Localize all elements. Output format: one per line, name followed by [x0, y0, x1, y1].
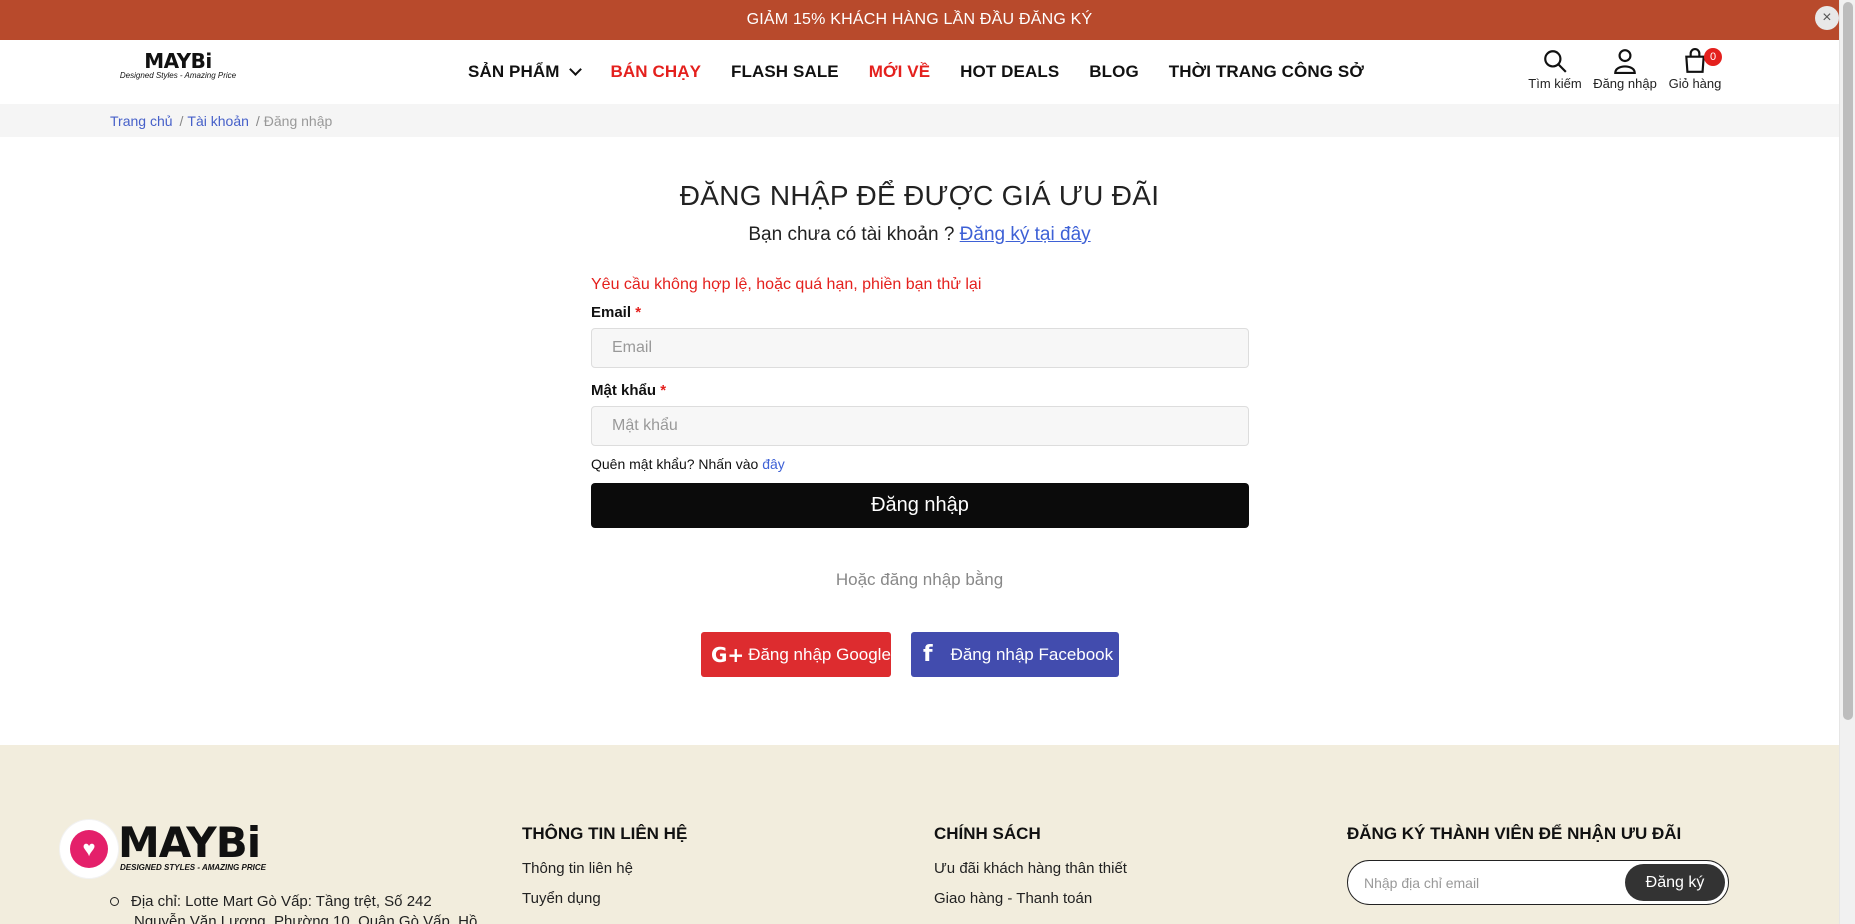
- search-icon: [1544, 50, 1567, 73]
- page-scrollbar[interactable]: [1839, 0, 1855, 924]
- footer-newsletter-title: ĐĂNG KÝ THÀNH VIÊN ĐỂ NHẬN ƯU ĐÃI: [1347, 824, 1682, 843]
- nav-item-thoi-trang-cong-so[interactable]: THỜI TRANG CÔNG SỞ: [1169, 62, 1364, 82]
- register-link[interactable]: Đăng ký tại đây: [960, 224, 1091, 245]
- search-button[interactable]: Tìm kiếm: [1520, 48, 1590, 91]
- footer-link[interactable]: Tuyển dụng: [522, 890, 687, 907]
- email-field[interactable]: Email: [591, 328, 1249, 368]
- breadcrumb: Trang chủ / Tài khoản / Đăng nhập: [0, 104, 1839, 137]
- header-actions: Tìm kiếm Đăng nhập Giỏ hàng 0: [1520, 48, 1730, 91]
- heart-icon: ♥: [70, 830, 108, 868]
- user-icon: [1614, 49, 1636, 74]
- footer-address: Địa chỉ: Lotte Mart Gò Vấp: Tầng trệt, S…: [110, 892, 490, 924]
- footer-link[interactable]: Thông tin liên hệ: [522, 860, 687, 877]
- nav-item-flash-sale[interactable]: FLASH SALE: [731, 62, 839, 82]
- login-button[interactable]: Đăng nhập: [591, 483, 1249, 528]
- password-placeholder: Mật khẩu: [612, 417, 678, 434]
- required-mark: *: [635, 304, 642, 321]
- google-login-label: Đăng nhập Google: [748, 644, 891, 664]
- page-title: ĐĂNG NHẬP ĐỂ ĐƯỢC GIÁ ƯU ĐÃI: [679, 180, 1160, 211]
- footer-logo-badge: ♥: [60, 820, 118, 878]
- site-footer: ♥ MAYBi DESIGNED STYLES - AMAZING PRICE …: [0, 745, 1839, 924]
- footer-policy-title: CHÍNH SÁCH: [934, 824, 1041, 843]
- bullet-icon: [110, 897, 119, 906]
- logo-wordmark: MAYBi: [144, 49, 212, 73]
- promo-bar: GIẢM 15% KHÁCH HÀNG LẦN ĐẦU ĐĂNG KÝ ×: [0, 0, 1839, 40]
- breadcrumb-account[interactable]: Tài khoản: [187, 113, 248, 129]
- nav-item-ban-chay[interactable]: BÁN CHẠY: [610, 62, 701, 82]
- email-label-text: Email: [591, 304, 632, 321]
- email-placeholder: Email: [612, 339, 653, 356]
- site-header: MAYBi Designed Styles - Amazing Price SẢ…: [0, 40, 1839, 104]
- breadcrumb-home[interactable]: Trang chủ: [110, 113, 173, 129]
- login-label: Đăng nhập: [1593, 76, 1657, 91]
- search-label: Tìm kiếm: [1528, 76, 1582, 91]
- logo-tagline: Designed Styles - Amazing Price: [119, 71, 237, 80]
- error-message: Yêu cầu không hợp lệ, hoặc quá hạn, phiề…: [591, 276, 982, 293]
- facebook-login-button[interactable]: f Đăng nhập Facebook: [911, 632, 1119, 677]
- breadcrumb-separator: /: [179, 112, 184, 129]
- login-form: Yêu cầu không hợp lệ, hoặc quá hạn, phiề…: [591, 276, 1249, 528]
- main-nav: SẢN PHẨM BÁN CHẠY FLASH SALE MỚI VỀ HOT …: [468, 40, 1394, 104]
- footer-link[interactable]: Giao hàng - Thanh toán: [934, 890, 1127, 907]
- facebook-login-label: Đăng nhập Facebook: [950, 644, 1114, 664]
- required-mark: *: [660, 382, 667, 399]
- register-prompt: Bạn chưa có tài khoản ? Đăng ký tại đây: [0, 224, 1839, 246]
- footer-newsletter-column: ĐĂNG KÝ THÀNH VIÊN ĐỂ NHẬN ƯU ĐÃI Nhập đ…: [1347, 824, 1729, 905]
- scrollbar-thumb[interactable]: [1843, 2, 1853, 720]
- cart-button[interactable]: Giỏ hàng 0: [1660, 48, 1730, 91]
- footer-contact-column: THÔNG TIN LIÊN HỆ Thông tin liên hệ Tuyể…: [522, 824, 687, 920]
- newsletter-form: Nhập địa chỉ email Đăng ký: [1347, 860, 1729, 905]
- cart-count-badge: 0: [1704, 48, 1722, 66]
- nav-item-hot-deals[interactable]: HOT DEALS: [960, 62, 1059, 82]
- breadcrumb-current: Đăng nhập: [263, 112, 333, 129]
- chevron-down-icon: [569, 62, 583, 76]
- forgot-password-text: Quên mật khẩu? Nhấn vào: [591, 456, 759, 472]
- password-label: Mật khẩu *: [591, 382, 1249, 404]
- footer-logo-tagline: DESIGNED STYLES - AMAZING PRICE: [120, 863, 266, 872]
- promo-text: GIẢM 15% KHÁCH HÀNG LẦN ĐẦU ĐĂNG KÝ: [746, 11, 1093, 28]
- email-label: Email *: [591, 304, 1249, 326]
- footer-logo-wordmark: MAYBi: [118, 818, 261, 867]
- google-plus-icon: G+: [711, 642, 745, 667]
- nav-item-san-pham[interactable]: SẢN PHẨM: [468, 62, 583, 82]
- newsletter-subscribe-button[interactable]: Đăng ký: [1625, 864, 1725, 901]
- or-login-with: Hoặc đăng nhập bằng: [835, 570, 1004, 589]
- cart-label: Giỏ hàng: [1668, 76, 1722, 91]
- forgot-password-link[interactable]: đây: [762, 456, 785, 472]
- site-logo[interactable]: MAYBi Designed Styles - Amazing Price: [116, 50, 240, 84]
- forgot-password: Quên mật khẩu? Nhấn vào đây: [591, 456, 1249, 476]
- login-link[interactable]: Đăng nhập: [1590, 48, 1660, 91]
- google-login-button[interactable]: G+ Đăng nhập Google: [701, 632, 891, 677]
- newsletter-email-input[interactable]: Nhập địa chỉ email: [1364, 875, 1479, 891]
- footer-link[interactable]: Ưu đãi khách hàng thân thiết: [934, 860, 1127, 877]
- address-line-2: Nguyễn Văn Lượng, Phường 10, Quận Gò Vấp…: [134, 913, 478, 924]
- password-label-text: Mật khẩu: [591, 382, 657, 399]
- nav-item-blog[interactable]: BLOG: [1089, 62, 1139, 82]
- nav-label: SẢN PHẨM: [468, 62, 560, 81]
- nav-item-moi-ve[interactable]: MỚI VỀ: [869, 62, 930, 82]
- facebook-icon: f: [923, 642, 933, 667]
- footer-contact-title: THÔNG TIN LIÊN HỆ: [522, 824, 688, 843]
- register-prompt-text: Bạn chưa có tài khoản ?: [748, 224, 955, 245]
- close-icon[interactable]: ×: [1815, 6, 1839, 30]
- footer-policy-column: CHÍNH SÁCH Ưu đãi khách hàng thân thiết …: [934, 824, 1127, 920]
- address-line-1: Địa chỉ: Lotte Mart Gò Vấp: Tầng trệt, S…: [131, 893, 432, 910]
- password-field[interactable]: Mật khẩu: [591, 406, 1249, 446]
- breadcrumb-separator: /: [255, 112, 260, 129]
